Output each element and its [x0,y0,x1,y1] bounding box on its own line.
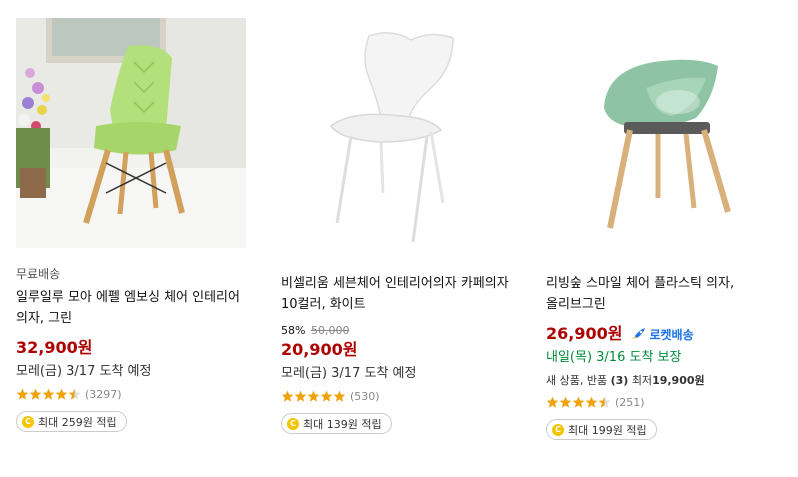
product-image-olive-chair[interactable] [546,18,776,248]
star-icon [307,390,320,402]
star-rating [546,396,611,409]
star-icon [598,396,611,408]
star-icon [42,388,55,400]
star-rating [281,390,346,403]
product-price: 26,900원 [546,324,623,343]
star-icon [572,396,585,408]
coin-icon: C [287,417,299,430]
delivery-guarantee: 내일(목) 3/16 도착 보장 [546,350,682,365]
product-name[interactable]: 비셀리움 세븐체어 인테리어의자 카페의자 10컬러, 화이트 [281,273,521,315]
reward-text: 최대 139원 적립 [303,417,382,431]
review-count: (251) [615,395,645,409]
star-icon [68,388,81,400]
product-price: 20,900원 [281,340,358,359]
other-offers-min-price: 19,900원 [652,374,705,387]
star-icon [546,396,559,408]
rocket-delivery-label: 로켓배송 [649,327,694,342]
review-count: (3297) [85,387,122,401]
product-image-green-chair[interactable] [16,18,246,248]
coin-icon: C [552,423,564,436]
other-offers[interactable]: 새 상품, 반품 (3) 최저19,900원 [546,374,782,388]
product-name[interactable]: 일루일루 모아 에펠 엠보싱 체어 인테리어 의자, 그린 [16,287,256,329]
rating: (530) [281,388,517,404]
delivery-estimate: 모레(금) 3/17 도착 예정 [16,364,152,379]
reward-text: 최대 199원 적립 [568,423,647,437]
product-card-1[interactable]: 무료배송 일루일루 모아 에펠 엠보싱 체어 인테리어 의자, 그린 32,90… [16,18,252,432]
star-icon [16,388,29,400]
product-image-white-chair[interactable] [281,18,511,248]
delivery-estimate: 모레(금) 3/17 도착 예정 [281,366,417,381]
rating: (251) [546,394,782,410]
star-icon [333,390,346,402]
discount-rate: 58% [281,324,306,337]
rocket-delivery-badge: 로켓배송 [630,326,694,343]
star-icon [55,388,68,400]
coin-icon: C [22,415,34,428]
product-name[interactable]: 리빙숲 스마일 체어 플라스틱 의자, 올리브그린 [546,273,786,315]
reward-badge: C 최대 259원 적립 [16,411,127,432]
review-count: (530) [350,389,380,403]
star-icon [559,396,572,408]
star-icon [29,388,42,400]
star-icon [585,396,598,408]
rating: (3297) [16,386,252,402]
star-rating [16,388,81,401]
reward-text: 최대 259원 적립 [38,415,117,429]
discount-row: 58% 50,000 [281,324,517,338]
reward-badge: C 최대 139원 적립 [281,413,392,434]
other-offers-label: 새 상품, 반품 [546,374,608,387]
other-offers-min-label: 최저 [631,374,653,387]
star-icon [294,390,307,402]
original-price: 50,000 [310,324,350,337]
other-offers-count: (3) [610,374,629,387]
free-shipping-label: 무료배송 [16,267,61,281]
product-card-3[interactable]: 리빙숲 스마일 체어 플라스틱 의자, 올리브그린 26,900원 로켓배송 내… [546,18,782,440]
reward-badge: C 최대 199원 적립 [546,419,657,440]
star-icon [281,390,294,402]
star-icon [320,390,333,402]
product-card-2[interactable]: 비셀리움 세븐체어 인테리어의자 카페의자 10컬러, 화이트 58% 50,0… [281,18,517,434]
rocket-icon [632,328,646,339]
product-price: 32,900원 [16,338,93,357]
